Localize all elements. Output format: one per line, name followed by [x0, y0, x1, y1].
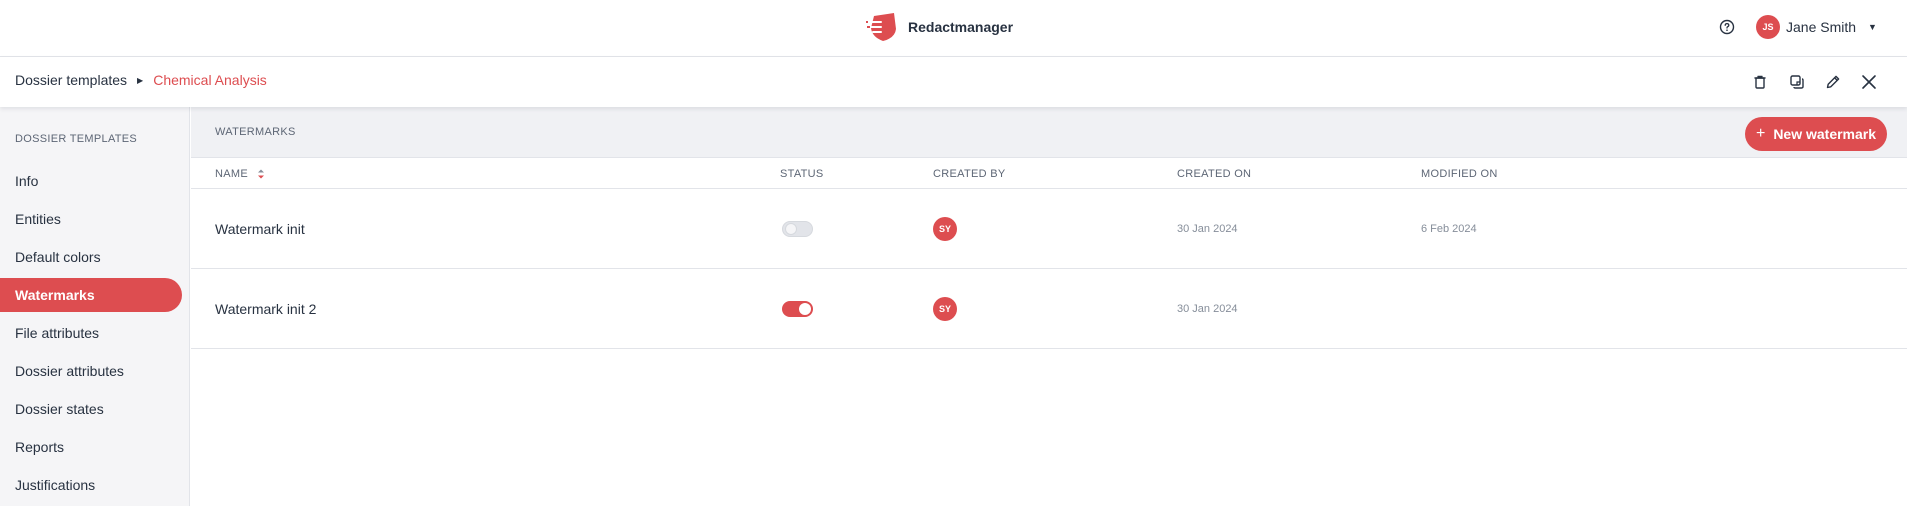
- brand[interactable]: Redactmanager: [866, 12, 1013, 42]
- creator-avatar: SY: [933, 297, 957, 321]
- table-row[interactable]: Watermark init 2 SY 30 Jan 2024: [191, 269, 1907, 349]
- top-header: Redactmanager JS Jane Smith ▼: [0, 0, 1907, 57]
- created-on: 30 Jan 2024: [1177, 303, 1238, 315]
- app-name: Redactmanager: [908, 19, 1014, 35]
- help-icon: [1719, 19, 1735, 35]
- column-name-label: NAME: [215, 168, 248, 180]
- sidebar-item-info[interactable]: Info: [0, 164, 182, 198]
- plus-icon: +: [1755, 125, 1766, 142]
- caret-down-icon: ▼: [1868, 22, 1877, 32]
- watermark-name: Watermark init: [215, 221, 305, 237]
- column-created-on: CREATED ON: [1177, 168, 1252, 180]
- trash-icon: [1754, 75, 1766, 89]
- new-watermark-label: New watermark: [1773, 126, 1877, 142]
- user-menu[interactable]: JS Jane Smith ▼: [1756, 15, 1877, 39]
- help-button[interactable]: [1717, 17, 1737, 37]
- column-created-by: CREATED BY: [933, 168, 1006, 180]
- section-title: WATERMARKS: [215, 126, 296, 138]
- user-name: Jane Smith: [1786, 19, 1857, 35]
- sidebar-item-file-attributes[interactable]: File attributes: [0, 316, 182, 350]
- created-on: 30 Jan 2024: [1177, 223, 1238, 235]
- table-header: NAME STATUS CREATED BY CREATED ON MODIFI…: [191, 158, 1907, 189]
- sort-icon: [258, 169, 265, 179]
- creator-avatar: SY: [933, 217, 957, 241]
- breadcrumb-bar: Dossier templates ▶ Chemical Analysis: [0, 57, 1907, 107]
- toggle-knob: [785, 223, 797, 235]
- section-header: WATERMARKS + New watermark: [191, 107, 1907, 158]
- redactmanager-logo-icon: [866, 13, 896, 41]
- user-avatar: JS: [1756, 15, 1780, 39]
- column-status: STATUS: [780, 168, 824, 180]
- copy-icon: [1790, 75, 1804, 89]
- status-toggle[interactable]: [782, 301, 813, 317]
- sidebar: DOSSIER TEMPLATES Info Entities Default …: [0, 107, 190, 506]
- sidebar-item-entities[interactable]: Entities: [0, 202, 182, 236]
- sidebar-item-dossier-states[interactable]: Dossier states: [0, 392, 182, 426]
- sidebar-title: DOSSIER TEMPLATES: [15, 133, 138, 145]
- sidebar-item-reports[interactable]: Reports: [0, 430, 182, 464]
- sidebar-item-default-colors[interactable]: Default colors: [0, 240, 182, 274]
- sidebar-item-justifications[interactable]: Justifications: [0, 468, 182, 502]
- column-name[interactable]: NAME: [215, 168, 265, 180]
- sidebar-item-watermarks[interactable]: Watermarks: [0, 278, 182, 312]
- sidebar-item-dossier-attributes[interactable]: Dossier attributes: [0, 354, 182, 388]
- watermark-name: Watermark init 2: [215, 301, 317, 317]
- edit-icon: [1826, 75, 1840, 89]
- edit-template-button[interactable]: [1822, 71, 1844, 93]
- status-toggle[interactable]: [782, 221, 813, 237]
- close-button[interactable]: [1858, 71, 1880, 93]
- close-icon: [1862, 75, 1876, 89]
- main-content: WATERMARKS + New watermark NAME STATUS C…: [191, 107, 1907, 506]
- modified-on: 6 Feb 2024: [1421, 223, 1477, 235]
- new-watermark-button[interactable]: + New watermark: [1745, 117, 1887, 151]
- delete-template-button[interactable]: [1749, 71, 1771, 93]
- column-modified-on: MODIFIED ON: [1421, 168, 1498, 180]
- clone-template-button[interactable]: [1786, 71, 1808, 93]
- table-row[interactable]: Watermark init SY 30 Jan 2024 6 Feb 2024: [191, 189, 1907, 269]
- toggle-knob: [799, 303, 811, 315]
